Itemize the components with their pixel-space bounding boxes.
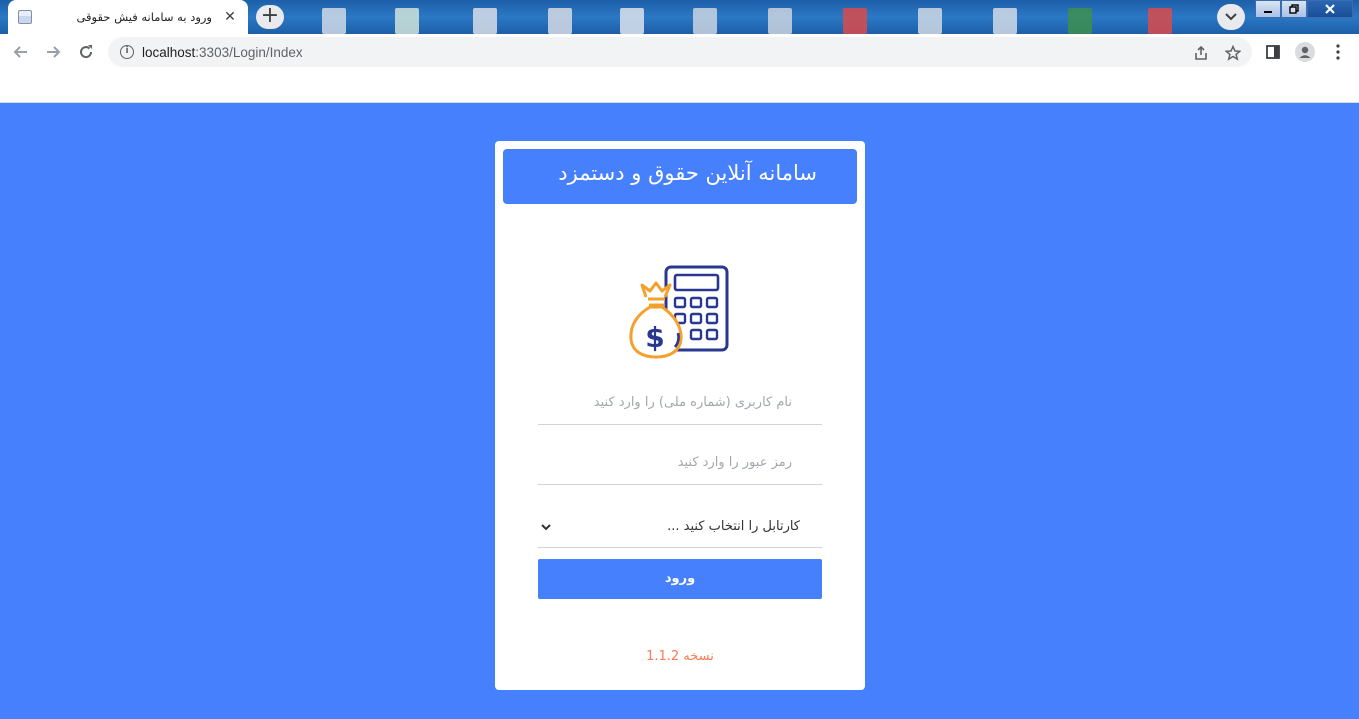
browser-toolbar: i localhost:3303/Login/Index [0,34,1359,70]
forward-arrow-icon[interactable] [43,42,63,62]
desktop-file-icon [548,8,572,34]
desktop-excel-icon [1068,8,1092,34]
desktop-file-icon [322,8,346,34]
cartable-select[interactable]: کارتابل را انتخاب کنید ... [538,506,822,548]
browser-tab-active[interactable]: ورود به سامانه فیش حقوقی ✕ [8,0,248,34]
restore-icon[interactable] [1281,0,1307,18]
back-arrow-icon[interactable] [11,42,31,62]
minimize-icon[interactable] [1255,0,1281,18]
window-close-icon[interactable] [1307,0,1353,18]
desktop-pdf-icon [1148,8,1172,34]
tab-close-icon[interactable]: ✕ [222,9,238,25]
desktop-file-icon [693,8,717,34]
cartable-select-value: کارتابل را انتخاب کنید ... [667,519,800,534]
address-bar[interactable]: i localhost:3303/Login/Index [108,37,1252,67]
svg-text:$: $ [645,321,664,354]
username-field[interactable] [538,381,822,425]
login-button[interactable]: ورود [538,559,822,599]
login-page: سامانه آنلاین حقوق و دستمزد $ نام کاربری… [0,103,1359,719]
profile-icon[interactable] [1295,42,1315,62]
tab-title: ورود به سامانه فیش حقوقی [76,10,212,24]
new-tab-button[interactable]: + [256,5,284,29]
desktop-file-icon [993,8,1017,34]
login-card: سامانه آنلاین حقوق و دستمزد $ نام کاربری… [495,141,865,690]
desktop-file-icon [395,8,419,34]
desktop-file-icon [620,8,644,34]
card-title: سامانه آنلاین حقوق و دستمزد [503,149,857,204]
share-icon[interactable] [1192,44,1210,62]
url-text: localhost:3303/Login/Index [142,45,303,60]
username-input[interactable] [538,381,822,424]
url-path: :3303/Login/Index [195,44,303,60]
chevron-down-icon[interactable] [540,521,552,533]
desktop-file-icon [768,8,792,34]
version-label: نسخه 1.1.2 [646,649,714,664]
browser-titlebar: ورود به سامانه فیش حقوقی ✕ + [0,0,1359,34]
desktop-file-icon [918,8,942,34]
star-icon[interactable] [1224,44,1242,62]
salary-calculator-logo-icon: $ [629,265,729,359]
info-icon[interactable]: i [120,45,134,59]
side-panel-icon[interactable] [1263,42,1283,62]
desktop-file-icon [473,8,497,34]
url-host: localhost [142,44,196,60]
tab-search-icon[interactable] [1217,4,1245,30]
reload-icon[interactable] [76,42,96,62]
password-field[interactable] [538,441,822,485]
more-menu-icon[interactable] [1328,42,1348,62]
page-favicon-icon [18,10,32,24]
desktop-pdf-icon [843,8,867,34]
window-controls [1255,0,1353,20]
password-input[interactable] [538,441,822,484]
